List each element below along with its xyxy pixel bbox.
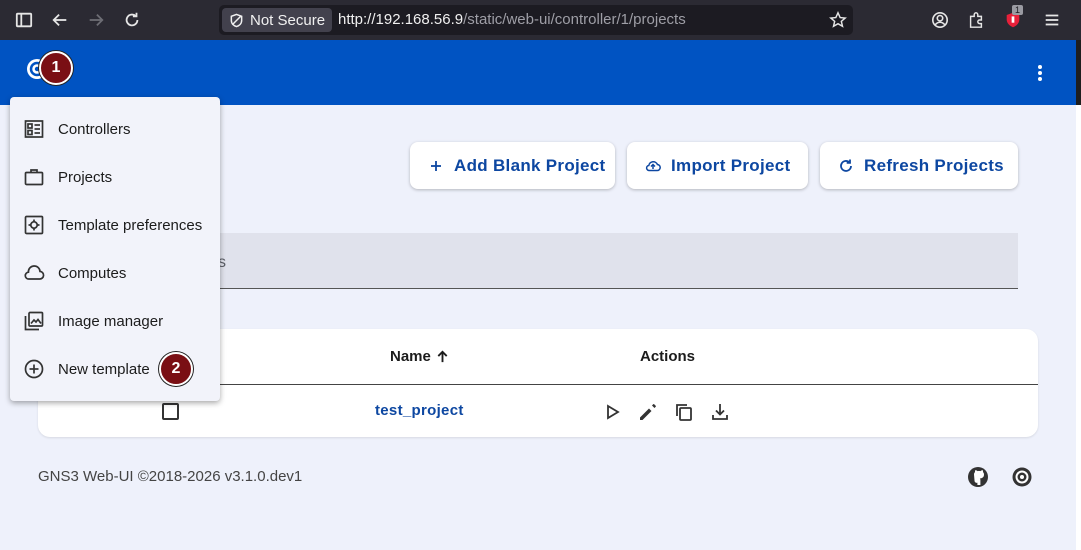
url-path: /static/web-ui/controller/1/projects	[463, 11, 686, 28]
back-icon[interactable]	[50, 10, 70, 30]
column-header-name-label: Name	[390, 348, 431, 365]
extensions-icon[interactable]	[966, 10, 986, 30]
menu-item-controllers[interactable]: Controllers	[10, 105, 220, 153]
sidebar-toggle-icon[interactable]	[14, 10, 34, 30]
menu-item-label: New template	[58, 360, 150, 378]
refresh-projects-label: Refresh Projects	[864, 155, 1004, 175]
forward-icon[interactable]	[86, 10, 106, 30]
import-project-button[interactable]: Import Project	[627, 142, 808, 189]
plus-icon	[431, 160, 441, 171]
footer-version: GNS3 Web-UI ©2018-2026 v3.1.0.dev1	[38, 468, 303, 485]
shield-icon	[230, 13, 243, 27]
security-indicator[interactable]: Not Secure	[222, 8, 332, 32]
menu-item-label: Template preferences	[58, 216, 203, 234]
menu-item-projects[interactable]: Projects	[10, 153, 220, 201]
add-blank-project-label: Add Blank Project	[454, 155, 606, 175]
project-name-link[interactable]: test_project	[375, 402, 464, 419]
duplicate-icon[interactable]	[673, 401, 695, 423]
hamburger-menu-icon[interactable]	[1042, 10, 1062, 30]
bookmark-star-icon[interactable]	[829, 11, 847, 29]
navigation-menu: Controllers Projects Template preference…	[10, 97, 220, 401]
menu-item-computes[interactable]: Computes	[10, 249, 220, 297]
browser-toolbar: Not Secure http://192.168.56.9/static/we…	[0, 0, 1081, 40]
extension-badge: 1	[1012, 5, 1024, 15]
column-header-actions-label: Actions	[640, 348, 696, 365]
refresh-projects-button[interactable]: Refresh Projects	[820, 142, 1018, 189]
play-icon[interactable]	[601, 401, 623, 423]
add-blank-project-button[interactable]: Add Blank Project	[410, 142, 615, 189]
more-vert-icon[interactable]	[1030, 62, 1050, 84]
menu-item-label: Controllers	[58, 120, 131, 138]
app-toolbar	[0, 40, 1076, 105]
row-checkbox[interactable]	[162, 403, 179, 420]
photo-library-icon	[23, 310, 45, 332]
download-icon[interactable]	[709, 401, 731, 423]
url-bar[interactable]: Not Secure http://192.168.56.9/static/we…	[219, 5, 853, 35]
dashboard-icon	[23, 118, 45, 140]
menu-item-label: Computes	[58, 264, 127, 282]
reload-icon[interactable]	[122, 10, 142, 30]
import-project-label: Import Project	[671, 155, 791, 175]
url-text[interactable]: http://192.168.56.9/static/web-ui/contro…	[338, 11, 686, 28]
edit-icon[interactable]	[637, 401, 659, 423]
cloud-upload-icon	[645, 160, 661, 171]
menu-item-label: Projects	[58, 168, 113, 186]
security-label: Not Secure	[250, 11, 326, 29]
work-icon	[23, 166, 45, 188]
step-marker-2: 2	[159, 352, 193, 386]
menu-item-image-manager[interactable]: Image manager	[10, 297, 220, 345]
menu-item-template-preferences[interactable]: Template preferences	[10, 201, 220, 249]
column-header-name[interactable]: Name	[390, 348, 450, 365]
gns3-footer-icon[interactable]	[1011, 466, 1033, 488]
sort-arrow-up-icon	[437, 350, 448, 363]
add-circle-icon	[23, 358, 45, 380]
cloud-icon	[23, 262, 45, 284]
refresh-icon	[840, 159, 852, 172]
menu-item-label: Image manager	[58, 312, 164, 330]
window-edge	[1076, 40, 1081, 550]
column-header-actions: Actions	[640, 348, 695, 365]
settings-applications-icon	[23, 214, 45, 236]
step-marker-1: 1	[39, 51, 73, 85]
github-icon[interactable]	[967, 466, 989, 488]
url-host: http://192.168.56.9	[338, 11, 464, 28]
account-icon[interactable]	[930, 10, 950, 30]
